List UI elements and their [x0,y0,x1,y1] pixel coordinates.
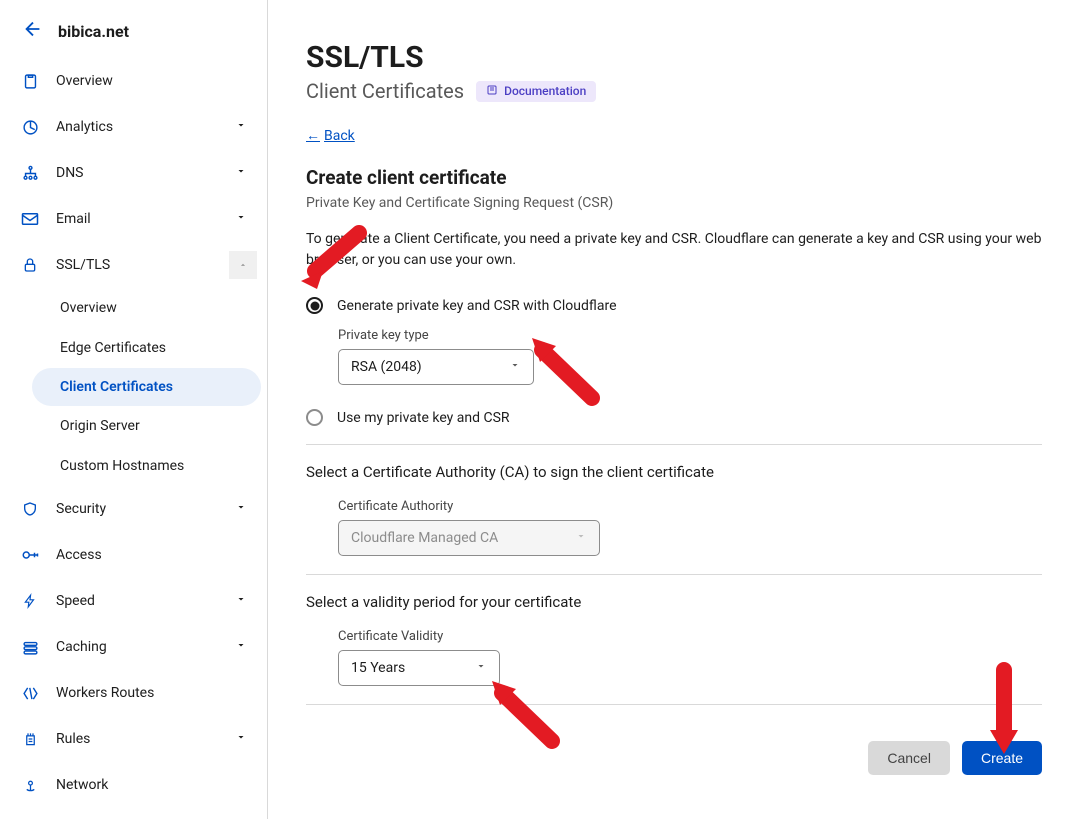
caching-icon [20,640,40,655]
sidebar-item-label: Security [56,501,235,517]
main-content: SSL/TLS Client Certificates Documentatio… [268,0,1080,819]
sidebar-item-workers-routes[interactable]: Workers Routes [0,670,267,716]
sidebar-item-label: Workers Routes [56,685,247,701]
sidebar-item-caching[interactable]: Caching [0,624,267,670]
radio-label: Use my private key and CSR [337,410,510,426]
book-icon [486,84,498,99]
sidebar-subitem-label: Overview [60,300,117,316]
key-type-value: RSA (2048) [351,359,422,375]
divider [306,574,1042,575]
sidebar-item-label: Speed [56,593,235,609]
sidebar-item-label: SSL/TLS [56,257,247,273]
radio-generate-cloudflare[interactable]: Generate private key and CSR with Cloudf… [306,297,1042,314]
sidebar-item-security[interactable]: Security [0,486,267,532]
ca-value: Cloudflare Managed CA [351,530,498,546]
back-arrow-small-icon: ← [306,127,320,144]
radio-label: Generate private key and CSR with Cloudf… [337,298,617,314]
footer-buttons: Cancel Create [306,723,1042,775]
sidebar-item-overview[interactable]: Overview [0,58,267,104]
sidebar-item-label: Overview [56,73,247,89]
ca-select: Cloudflare Managed CA [338,520,600,556]
sidebar-item-analytics[interactable]: Analytics [0,104,267,150]
sidebar-item-label: DNS [56,165,235,181]
chevron-down-icon [235,731,247,747]
back-link-label: Back [324,128,355,144]
page-title: SSL/TLS [306,40,1042,75]
sidebar: bibica.net Overview Analytics DNS Email … [0,0,268,819]
dns-icon [20,165,40,182]
ca-label: Certificate Authority [338,499,1042,514]
sidebar-item-email[interactable]: Email [0,196,267,242]
chevron-down-icon [475,660,487,676]
lock-icon [20,256,40,274]
email-icon [20,212,40,226]
key-type-label: Private key type [338,328,1042,343]
clipboard-icon [20,73,40,90]
sidebar-item-rules[interactable]: Rules [0,716,267,762]
chevron-down-icon [509,359,521,375]
sidebar-item-speed[interactable]: Speed [0,578,267,624]
domain-header: bibica.net [0,18,267,58]
access-icon [20,548,40,562]
documentation-link[interactable]: Documentation [476,81,596,102]
sidebar-subitem-origin-server[interactable]: Origin Server [0,406,267,446]
validity-heading: Select a validity period for your certif… [306,593,1042,611]
sidebar-subitem-client-certificates[interactable]: Client Certificates [32,368,261,406]
sidebar-item-label: Network [56,777,247,793]
chevron-down-icon [235,211,247,227]
radio-own-key[interactable]: Use my private key and CSR [306,409,1042,426]
section-description: To generate a Client Certificate, you ne… [306,229,1042,271]
shield-icon [20,500,40,518]
key-type-select[interactable]: RSA (2048) [338,349,534,385]
chevron-down-icon [235,593,247,609]
create-button[interactable]: Create [962,741,1042,775]
sidebar-item-access[interactable]: Access [0,532,267,578]
validity-select[interactable]: 15 Years [338,650,500,686]
chevron-down-icon [235,501,247,517]
validity-label: Certificate Validity [338,629,1042,644]
ca-heading: Select a Certificate Authority (CA) to s… [306,463,1042,481]
documentation-label: Documentation [504,84,586,98]
collapse-toggle[interactable] [229,251,257,279]
section-heading: Create client certificate [306,166,1042,189]
sidebar-subitem-label: Custom Hostnames [60,458,184,474]
divider [306,444,1042,445]
sidebar-item-label: Rules [56,731,235,747]
cancel-button[interactable]: Cancel [868,741,950,775]
chevron-down-icon [235,639,247,655]
section-subheading: Private Key and Certificate Signing Requ… [306,195,1042,211]
radio-input[interactable] [306,409,323,426]
sidebar-item-label: Email [56,211,235,227]
sidebar-subitem-overview[interactable]: Overview [0,288,267,328]
divider [306,704,1042,705]
back-link[interactable]: ← Back [306,127,355,144]
rules-icon [20,730,40,748]
sidebar-item-ssl-tls[interactable]: SSL/TLS [0,242,267,288]
back-arrow-icon[interactable] [22,18,44,44]
sidebar-item-label: Caching [56,639,235,655]
network-icon [20,776,40,794]
analytics-icon [20,119,40,136]
sidebar-subitem-custom-hostnames[interactable]: Custom Hostnames [0,446,267,486]
sidebar-item-label: Analytics [56,119,235,135]
radio-input[interactable] [306,297,323,314]
workers-icon [20,685,40,702]
bolt-icon [20,592,40,610]
page-subtitle: Client Certificates [306,79,464,103]
validity-value: 15 Years [351,660,405,676]
sidebar-subitem-label: Origin Server [60,418,140,434]
sidebar-item-label: Access [56,547,247,563]
sidebar-subitem-label: Client Certificates [60,379,173,395]
domain-name[interactable]: bibica.net [58,22,129,41]
sidebar-subitem-edge-certificates[interactable]: Edge Certificates [0,328,267,368]
chevron-down-icon [575,530,587,546]
sidebar-item-dns[interactable]: DNS [0,150,267,196]
chevron-down-icon [235,165,247,181]
sidebar-subitem-label: Edge Certificates [60,340,166,356]
chevron-down-icon [235,119,247,135]
sidebar-item-network[interactable]: Network [0,762,267,808]
